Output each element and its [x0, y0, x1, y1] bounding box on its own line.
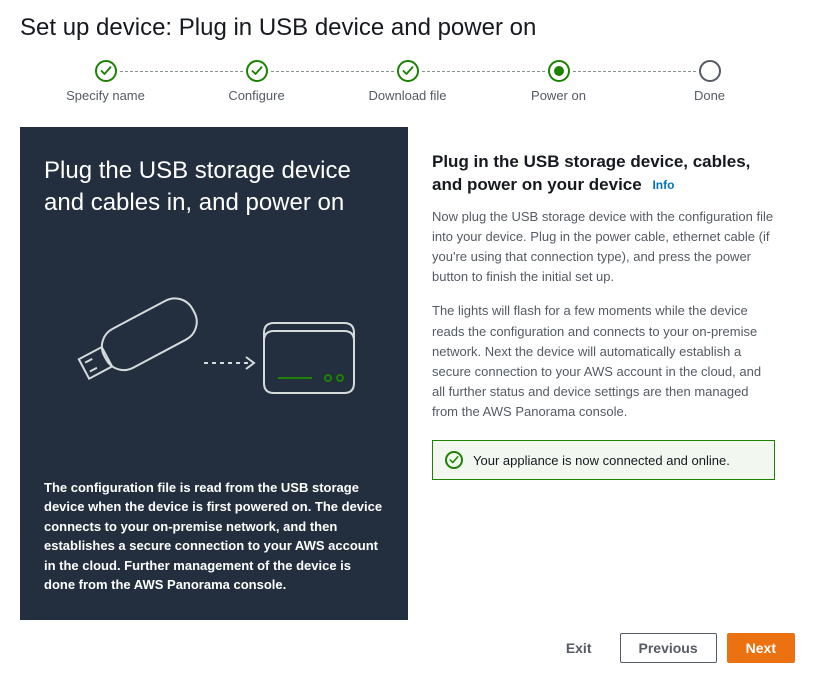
- step-current-icon: [548, 60, 570, 82]
- step-label: Configure: [228, 88, 284, 103]
- left-panel: Plug the USB storage device and cables i…: [20, 127, 408, 620]
- success-alert: Your appliance is now connected and onli…: [432, 440, 775, 480]
- step-power-on[interactable]: Power on: [483, 60, 634, 103]
- right-panel-body: Now plug the USB storage device with the…: [432, 207, 775, 422]
- step-future-icon: [699, 60, 721, 82]
- step-done-icon: [246, 60, 268, 82]
- previous-button[interactable]: Previous: [620, 633, 717, 663]
- exit-button[interactable]: Exit: [548, 634, 610, 662]
- alert-text: Your appliance is now connected and onli…: [473, 453, 730, 468]
- right-title-text: Plug in the USB storage device, cables, …: [432, 152, 750, 194]
- right-panel-title: Plug in the USB storage device, cables, …: [432, 151, 775, 197]
- step-configure[interactable]: Configure: [181, 60, 332, 103]
- step-done[interactable]: Done: [634, 60, 785, 103]
- wizard-stepper: Specify name Configure Download file Pow…: [30, 60, 785, 103]
- info-link[interactable]: Info: [652, 178, 674, 192]
- step-specify-name[interactable]: Specify name: [30, 60, 181, 103]
- check-circle-icon: [445, 451, 463, 469]
- wizard-page: Set up device: Plug in USB device and po…: [0, 0, 815, 681]
- next-button[interactable]: Next: [727, 633, 795, 663]
- step-download-file[interactable]: Download file: [332, 60, 483, 103]
- step-done-icon: [397, 60, 419, 82]
- left-panel-title: Plug the USB storage device and cables i…: [44, 155, 384, 220]
- illustration-svg: [64, 283, 364, 423]
- step-done-icon: [95, 60, 117, 82]
- usb-to-device-illustration: [44, 278, 384, 428]
- instruction-para-1: Now plug the USB storage device with the…: [432, 207, 775, 288]
- left-panel-caption: The configuration file is read from the …: [44, 478, 384, 595]
- step-label: Power on: [531, 88, 586, 103]
- wizard-footer: Exit Previous Next: [548, 633, 795, 663]
- step-label: Done: [694, 88, 725, 103]
- right-panel: Plug in the USB storage device, cables, …: [408, 127, 795, 620]
- step-label: Download file: [368, 88, 446, 103]
- instruction-para-2: The lights will flash for a few moments …: [432, 301, 775, 422]
- page-title: Set up device: Plug in USB device and po…: [20, 14, 795, 42]
- wizard-main: Plug the USB storage device and cables i…: [20, 127, 795, 620]
- step-label: Specify name: [66, 88, 145, 103]
